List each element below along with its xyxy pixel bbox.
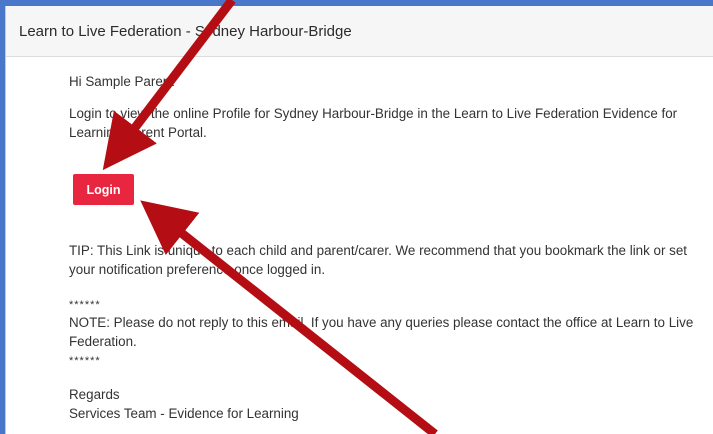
email-window: Learn to Live Federation - Sydney Harbou…	[5, 6, 713, 434]
email-subject-header: Learn to Live Federation - Sydney Harbou…	[6, 6, 713, 57]
intro-text: Login to view the online Profile for Syd…	[69, 106, 678, 140]
separator-bottom: ******	[69, 355, 101, 367]
signature-text: Services Team - Evidence for Learning	[69, 406, 299, 421]
screenshot-frame: Learn to Live Federation - Sydney Harbou…	[0, 0, 713, 434]
greeting-text: Hi Sample Parent	[69, 74, 174, 89]
regards-text: Regards	[69, 387, 120, 402]
login-button[interactable]: Login	[73, 174, 134, 205]
email-subject: Learn to Live Federation - Sydney Harbou…	[19, 22, 352, 40]
tip-text: TIP: This Link is unique to each child a…	[69, 243, 688, 277]
note-text: NOTE: Please do not reply to this email.…	[69, 315, 694, 349]
